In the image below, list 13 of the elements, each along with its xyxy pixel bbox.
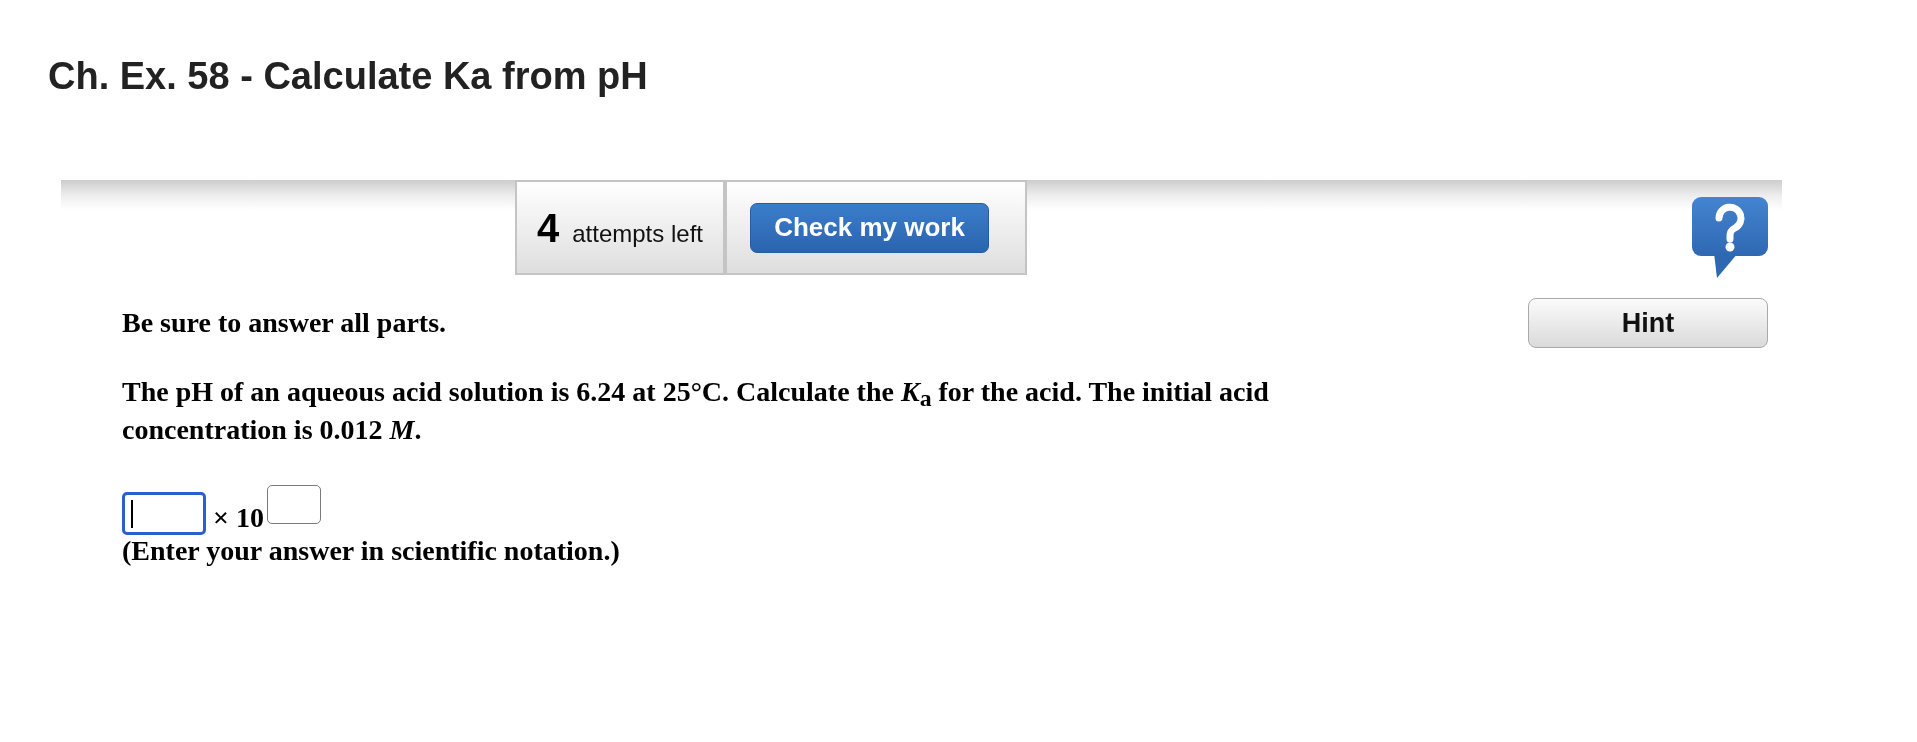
- hint-button[interactable]: Hint: [1528, 298, 1768, 348]
- attempts-label: attempts left: [572, 219, 703, 248]
- help-icon[interactable]: [1692, 197, 1768, 278]
- attempts-count: 4: [537, 204, 560, 251]
- answer-note: (Enter your answer in scientific notation.): [122, 536, 620, 566]
- check-my-work-button[interactable]: Check my work: [750, 202, 989, 253]
- text-cursor: [131, 500, 133, 528]
- instruction-text: Be sure to answer all parts.: [122, 306, 447, 340]
- page-title: Ch. Ex. 58 - Calculate Ka from pH: [48, 54, 648, 99]
- question-text: The pH of an aqueous acid solution is 6.24 at 25°C. Calculate the K$_{a}$ for the acid. The initial acid concentration is 0.012 M.: [122, 375, 1270, 447]
- times-ten-label: × 10: [213, 501, 264, 535]
- answer-field[interactable]: [266, 485, 321, 524]
- answer-field[interactable]: [122, 492, 206, 535]
